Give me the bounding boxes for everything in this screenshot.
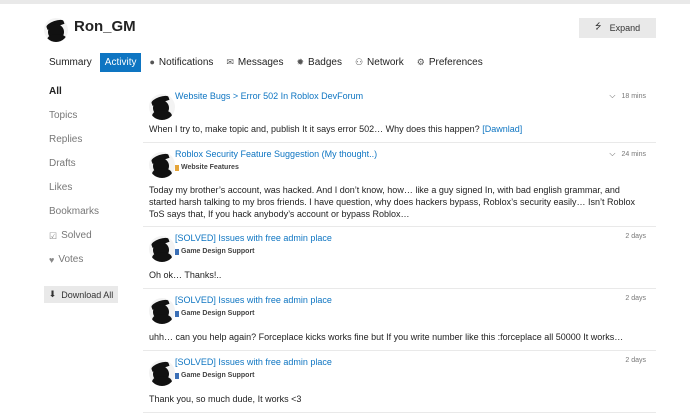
post-category[interactable]: Game Design Support — [175, 372, 255, 379]
post-avatar[interactable] — [149, 236, 175, 262]
envelope-icon: ✉ — [226, 56, 234, 67]
post-time: 2 days — [625, 233, 646, 240]
expand-button[interactable]: ⭍ Expand — [579, 18, 656, 38]
post-time: ⌵ 24 mins — [609, 149, 646, 159]
post-title[interactable]: Website Bugs > Error 502 In Roblox DevFo… — [175, 91, 363, 101]
list-item: [SOLVED] Issues with free admin place Ga… — [143, 289, 656, 351]
category-color-icon — [175, 248, 179, 255]
tab-preferences[interactable]: ⚙ Preferences — [412, 53, 488, 72]
tab-label: Network — [367, 56, 404, 68]
tab-label: Preferences — [428, 56, 483, 68]
post-category[interactable]: Game Design Support — [175, 310, 255, 317]
sidebar-item-likes[interactable]: Likes — [44, 180, 118, 204]
post-avatar[interactable] — [149, 94, 175, 120]
category-color-icon — [175, 310, 179, 317]
double-chevron-icon: ⭍ — [594, 22, 602, 31]
sidebar-item-label: Solved — [61, 230, 92, 241]
category-color-icon — [175, 372, 179, 379]
post-excerpt-link[interactable]: [Dawnlad] — [482, 124, 522, 134]
post-category[interactable]: Game Design Support — [175, 248, 255, 255]
sidebar-item-label: Votes — [58, 254, 84, 265]
post-avatar[interactable] — [149, 360, 175, 386]
tab-notifications[interactable]: ● Notifications — [144, 53, 218, 72]
post-title[interactable]: [SOLVED] Issues with free admin place — [175, 357, 332, 367]
sidebar-item-replies[interactable]: Replies — [44, 132, 118, 156]
post-title[interactable]: Roblox Security Feature Suggestion (My t… — [175, 149, 377, 159]
post-title[interactable]: [SOLVED] Issues with free admin place — [175, 233, 332, 243]
user-avatar[interactable] — [44, 18, 68, 42]
user-header: Ron_GM ⭍ Expand — [44, 16, 656, 44]
profile-tabs: Summary Activity ● Notifications ✉ Message… — [44, 52, 491, 72]
download-label: Download All — [61, 289, 114, 300]
badge-icon: ✹ — [296, 56, 305, 67]
sidebar-item-bookmarks[interactable]: Bookmarks — [44, 204, 118, 228]
chevron-down-icon[interactable]: ⌵ — [609, 149, 615, 159]
tab-label: Messages — [237, 56, 284, 68]
sidebar-item-all[interactable]: All — [44, 84, 118, 108]
post-excerpt: When I try to, make topic and, publish I… — [149, 123, 649, 135]
activity-stream: Website Bugs > Error 502 In Roblox DevFo… — [143, 85, 656, 413]
comment-icon: ● — [149, 56, 155, 67]
username: Ron_GM — [74, 18, 136, 35]
post-excerpt: uhh… can you help again? Forceplace kick… — [149, 332, 624, 342]
tab-activity[interactable]: Activity — [99, 52, 142, 72]
download-all-button[interactable]: ⬇ Download All — [44, 286, 118, 303]
tab-label: Notifications — [158, 56, 214, 68]
tab-badges[interactable]: ✹ Badges — [292, 53, 347, 72]
sidebar-item-label: Likes — [49, 182, 73, 193]
sidebar-item-label: Drafts — [49, 158, 76, 169]
list-item: [SOLVED] Issues with free admin place Ga… — [143, 227, 656, 289]
post-time-label: 18 mins — [621, 92, 646, 100]
post-category-label: Game Design Support — [181, 310, 255, 317]
sidebar-item-label: All — [49, 86, 62, 97]
post-excerpt: Today my brother’s account, was hacked. … — [149, 185, 636, 219]
tab-summary[interactable]: Summary — [44, 53, 97, 72]
sidebar-item-solved[interactable]: ☑ Solved — [44, 228, 118, 252]
gear-icon: ⚙ — [416, 56, 425, 67]
list-item: Website Bugs > Error 502 In Roblox DevFo… — [143, 85, 656, 143]
top-border — [0, 0, 690, 4]
tab-messages[interactable]: ✉ Messages — [221, 53, 288, 72]
post-time-label: 2 days — [625, 233, 646, 240]
post-time-label: 2 days — [625, 295, 646, 302]
post-title[interactable]: [SOLVED] Issues with free admin place — [175, 295, 332, 305]
post-category-label: Website Features — [181, 164, 239, 171]
sidebar-item-label: Bookmarks — [49, 206, 100, 217]
post-excerpt: Thank you, so much dude, It works <3 — [149, 394, 302, 404]
list-item: [SOLVED] Issues with free admin place Ga… — [143, 351, 656, 413]
tab-label: Badges — [308, 56, 342, 68]
post-avatar[interactable] — [149, 152, 175, 178]
check-square-icon: ☑ — [49, 231, 58, 241]
tab-network[interactable]: ⚇ Network — [350, 53, 409, 72]
post-category[interactable]: Website Features — [175, 164, 239, 171]
expand-label: Expand — [609, 23, 641, 33]
post-time-label: 2 days — [625, 357, 646, 364]
sidebar-item-label: Replies — [49, 134, 83, 145]
post-category-label: Game Design Support — [181, 372, 255, 379]
tab-label: Summary — [49, 56, 92, 68]
chevron-down-icon[interactable]: ⌵ — [609, 91, 615, 101]
activity-sidebar: All Topics Replies Drafts Likes Bookmark… — [44, 84, 118, 303]
sidebar-item-label: Topics — [49, 110, 78, 121]
post-time: 2 days — [625, 357, 646, 364]
post-category-label: Game Design Support — [181, 248, 255, 255]
post-avatar[interactable] — [149, 298, 175, 324]
tab-label: Activity — [104, 56, 137, 68]
post-excerpt-text: When I try to, make topic and, publish I… — [149, 124, 480, 134]
post-excerpt: Oh ok… Thanks!.. — [149, 270, 222, 280]
sidebar-item-drafts[interactable]: Drafts — [44, 156, 118, 180]
list-item: Roblox Security Feature Suggestion (My t… — [143, 143, 656, 227]
category-color-icon — [175, 164, 179, 171]
users-icon: ⚇ — [354, 56, 364, 67]
download-icon: ⬇ — [48, 289, 57, 299]
sidebar-item-topics[interactable]: Topics — [44, 108, 118, 132]
post-time: 2 days — [625, 295, 646, 302]
post-time: ⌵ 18 mins — [609, 91, 646, 101]
post-time-label: 24 mins — [621, 150, 646, 158]
sidebar-item-votes[interactable]: ♥ Votes — [44, 252, 118, 276]
heart-icon: ♥ — [49, 255, 55, 265]
